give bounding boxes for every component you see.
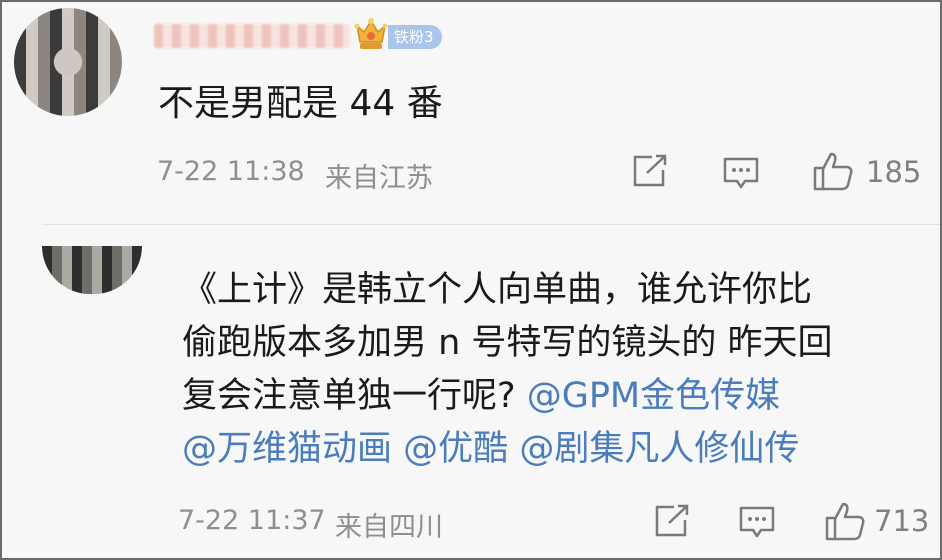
comment-time: 7-22 11:37	[178, 505, 326, 536]
avatar[interactable]	[14, 8, 122, 116]
thumbs-up-icon[interactable]	[824, 500, 866, 542]
mention-link[interactable]: @剧集凡人修仙传	[519, 429, 799, 469]
comment-location: 来自四川	[335, 512, 443, 543]
comment-text-line: 偷跑版本多加男 n 号特写的镜头的 昨天回	[182, 323, 833, 363]
comment-text-line: @万维猫动画 @优酷 @剧集凡人修仙传	[182, 423, 922, 476]
crown-icon	[354, 16, 388, 52]
mention-link[interactable]: @GPM金色传媒	[527, 376, 780, 416]
comment-list: 铁粉3 不是男配是 44 番 7-22 11:38 来自江苏 185 《上计》是…	[0, 0, 942, 560]
comment-text-line: 复会注意单独一行呢? @GPM金色传媒	[182, 370, 922, 423]
comment-text: 不是男配是 44 番	[158, 83, 443, 124]
mention-link[interactable]: @优酷	[403, 429, 508, 469]
comment-time: 7-22 11:38	[157, 156, 305, 187]
username[interactable]	[154, 24, 350, 48]
like-count: 713	[874, 504, 930, 538]
avatar[interactable]	[42, 246, 142, 294]
comment-text: 《上计》是韩立个人向单曲，谁允许你比 偷跑版本多加男 n 号特写的镜头的 昨天回…	[182, 264, 922, 476]
share-icon[interactable]	[632, 154, 668, 188]
mention-link[interactable]: @万维猫动画	[182, 429, 392, 469]
like-count: 185	[866, 155, 922, 189]
thumbs-up-icon[interactable]	[812, 150, 854, 192]
comment-icon[interactable]	[722, 156, 760, 190]
comment-text-segment: 复会注意单独一行呢?	[182, 376, 527, 416]
fan-badge[interactable]: 铁粉3	[388, 25, 442, 49]
comment-icon[interactable]	[738, 505, 776, 539]
comment-location: 来自江苏	[325, 163, 433, 194]
divider	[42, 224, 940, 225]
comment-text-line: 《上计》是韩立个人向单曲，谁允许你比	[182, 270, 813, 310]
share-icon[interactable]	[654, 504, 690, 538]
